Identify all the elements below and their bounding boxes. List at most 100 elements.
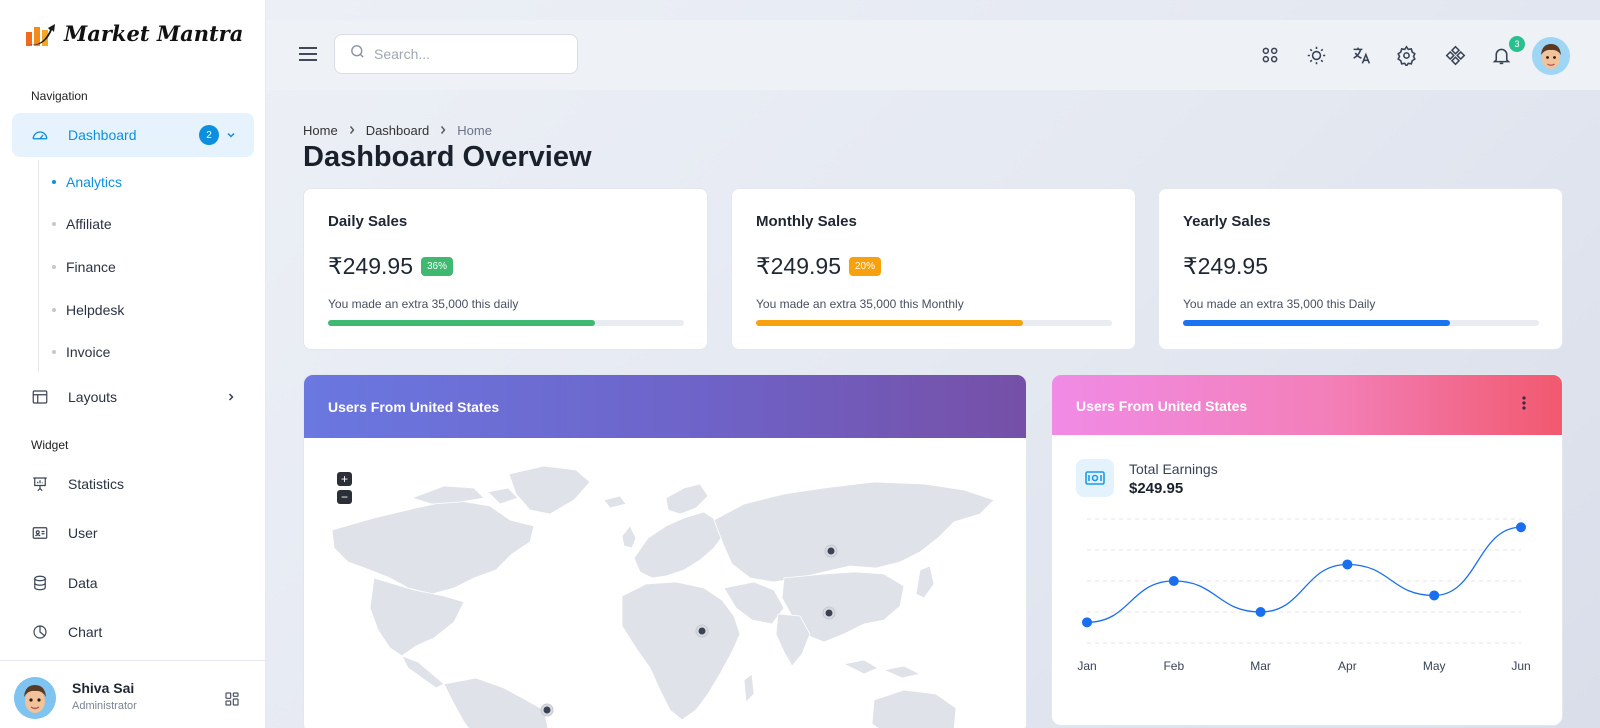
x-tick-label: Jun — [1511, 659, 1530, 673]
chevron-right-icon — [348, 123, 356, 138]
chevron-right-icon — [439, 123, 447, 138]
search-input[interactable] — [374, 46, 564, 62]
notification-badge: 3 — [1509, 36, 1525, 52]
data-point-apr[interactable] — [1342, 559, 1353, 570]
stat-progress-fill — [756, 320, 1023, 326]
sidebar: Market Mantra Navigation Dashboard 2 Ana… — [0, 0, 266, 728]
section-navigation: Navigation — [31, 89, 88, 103]
map-card-title: Users From United States — [304, 375, 1026, 438]
earnings-line-chart: Jan Feb Mar Apr May Jun — [1077, 518, 1531, 673]
sidebar-subitem-analytics[interactable]: Analytics — [52, 174, 122, 190]
more-vertical-icon[interactable] — [1522, 396, 1526, 413]
sidebar-item-statistics[interactable]: Statistics — [12, 462, 254, 506]
avatar[interactable] — [14, 677, 56, 719]
top-header: 3 — [266, 20, 1600, 90]
bullet-icon — [52, 180, 56, 184]
world-map[interactable] — [304, 438, 1027, 728]
data-point-may[interactable] — [1429, 590, 1440, 601]
x-tick-label: Apr — [1338, 659, 1357, 673]
database-icon — [30, 573, 50, 593]
subitem-label: Finance — [66, 259, 116, 275]
sidebar-subitem-finance[interactable]: Finance — [52, 259, 116, 275]
bullet-icon — [52, 308, 56, 312]
chevron-right-icon — [226, 392, 236, 402]
user-role: Administrator — [72, 700, 137, 712]
sidebar-item-label: Chart — [68, 624, 103, 640]
breadcrumb-home[interactable]: Home — [303, 123, 338, 138]
gear-icon[interactable] — [1395, 44, 1417, 66]
money-icon — [1076, 459, 1114, 497]
stat-value-row: ₹249.95 20% — [756, 253, 881, 280]
subitem-label: Affiliate — [66, 216, 112, 232]
grid-switch-icon[interactable] — [224, 691, 240, 712]
sidebar-item-label: Data — [68, 575, 98, 591]
stat-percent-badge: 36% — [420, 257, 453, 276]
sidebar-user-profile[interactable]: Shiva Sai Administrator — [0, 660, 266, 728]
submenu-line — [38, 160, 39, 372]
subitem-label: Invoice — [66, 344, 111, 360]
stat-note: You made an extra 35,000 this Daily — [1183, 297, 1376, 311]
sidebar-item-label: User — [68, 525, 98, 541]
layout-icon — [30, 387, 50, 407]
user-name: Shiva Sai — [72, 680, 135, 696]
apps-icon[interactable] — [1259, 44, 1281, 66]
data-point-feb[interactable] — [1168, 576, 1179, 586]
sidebar-item-dashboard[interactable]: Dashboard 2 — [12, 113, 254, 157]
pie-chart-icon — [30, 622, 50, 642]
stat-card-yearly: Yearly Sales ₹249.95 You made an extra 3… — [1158, 188, 1563, 350]
data-point-jan[interactable] — [1082, 617, 1092, 628]
data-point-jun[interactable] — [1516, 522, 1526, 533]
sidebar-item-label: Dashboard — [68, 127, 137, 143]
menu-icon[interactable] — [298, 46, 318, 67]
map-card: Users From United States + − — [303, 374, 1027, 728]
stat-title: Daily Sales — [328, 213, 408, 230]
header-avatar[interactable] — [1532, 37, 1570, 75]
x-tick-label: Feb — [1163, 659, 1184, 673]
stat-value-row: ₹249.95 36% — [328, 253, 453, 280]
bullet-icon — [52, 265, 56, 269]
stat-value-row: ₹249.95 — [1183, 253, 1268, 280]
sidebar-item-data[interactable]: Data — [12, 561, 254, 605]
series-line — [1086, 526, 1522, 623]
breadcrumb: Home Dashboard Home — [303, 123, 492, 138]
diamond-grid-icon[interactable] — [1444, 44, 1466, 66]
brand-logo[interactable]: Market Mantra — [24, 18, 243, 48]
stat-progress-track — [1183, 320, 1539, 326]
earnings-card: Users From United States Total Earnings … — [1051, 374, 1563, 726]
stat-value: ₹249.95 — [756, 253, 841, 279]
search-icon — [349, 43, 366, 65]
stat-progress-track — [756, 320, 1112, 326]
sidebar-item-chart[interactable]: Chart — [12, 610, 254, 654]
dashboard-count-badge: 2 — [199, 125, 219, 145]
stat-title: Yearly Sales — [1183, 213, 1271, 230]
sidebar-item-layouts[interactable]: Layouts — [12, 375, 254, 419]
breadcrumb-dashboard[interactable]: Dashboard — [366, 123, 430, 138]
earnings-card-header: Users From United States — [1052, 375, 1562, 435]
subitem-label: Analytics — [66, 174, 123, 190]
stat-card-daily: Daily Sales ₹249.95 36% You made an extr… — [303, 188, 708, 350]
section-widget: Widget — [31, 438, 69, 452]
sun-icon[interactable] — [1305, 44, 1327, 66]
sidebar-subitem-helpdesk[interactable]: Helpdesk — [52, 302, 124, 318]
translate-icon[interactable] — [1350, 44, 1372, 66]
stat-note: You made an extra 35,000 this daily — [328, 297, 519, 311]
chevron-down-icon — [226, 130, 236, 140]
sidebar-item-label: Statistics — [68, 476, 125, 492]
stat-progress-fill — [1183, 320, 1450, 326]
sidebar-item-user[interactable]: User — [12, 511, 254, 555]
bullet-icon — [52, 222, 56, 226]
subitem-label: Helpdesk — [66, 302, 125, 318]
data-point-mar[interactable] — [1255, 607, 1266, 617]
bell-icon[interactable] — [1490, 44, 1512, 66]
sidebar-subitem-affiliate[interactable]: Affiliate — [52, 216, 112, 232]
earnings-card-title: Users From United States — [1076, 398, 1248, 414]
stat-progress-fill — [328, 320, 595, 326]
stat-card-monthly: Monthly Sales ₹249.95 20% You made an ex… — [731, 188, 1136, 350]
stat-percent-badge: 20% — [848, 257, 881, 276]
page-title: Dashboard Overview — [303, 141, 592, 173]
stat-value: ₹249.95 — [328, 253, 413, 279]
x-tick-label: Mar — [1250, 659, 1271, 673]
sidebar-item-label: Layouts — [68, 389, 118, 405]
sidebar-subitem-invoice[interactable]: Invoice — [52, 344, 110, 360]
search-box[interactable] — [334, 34, 578, 74]
